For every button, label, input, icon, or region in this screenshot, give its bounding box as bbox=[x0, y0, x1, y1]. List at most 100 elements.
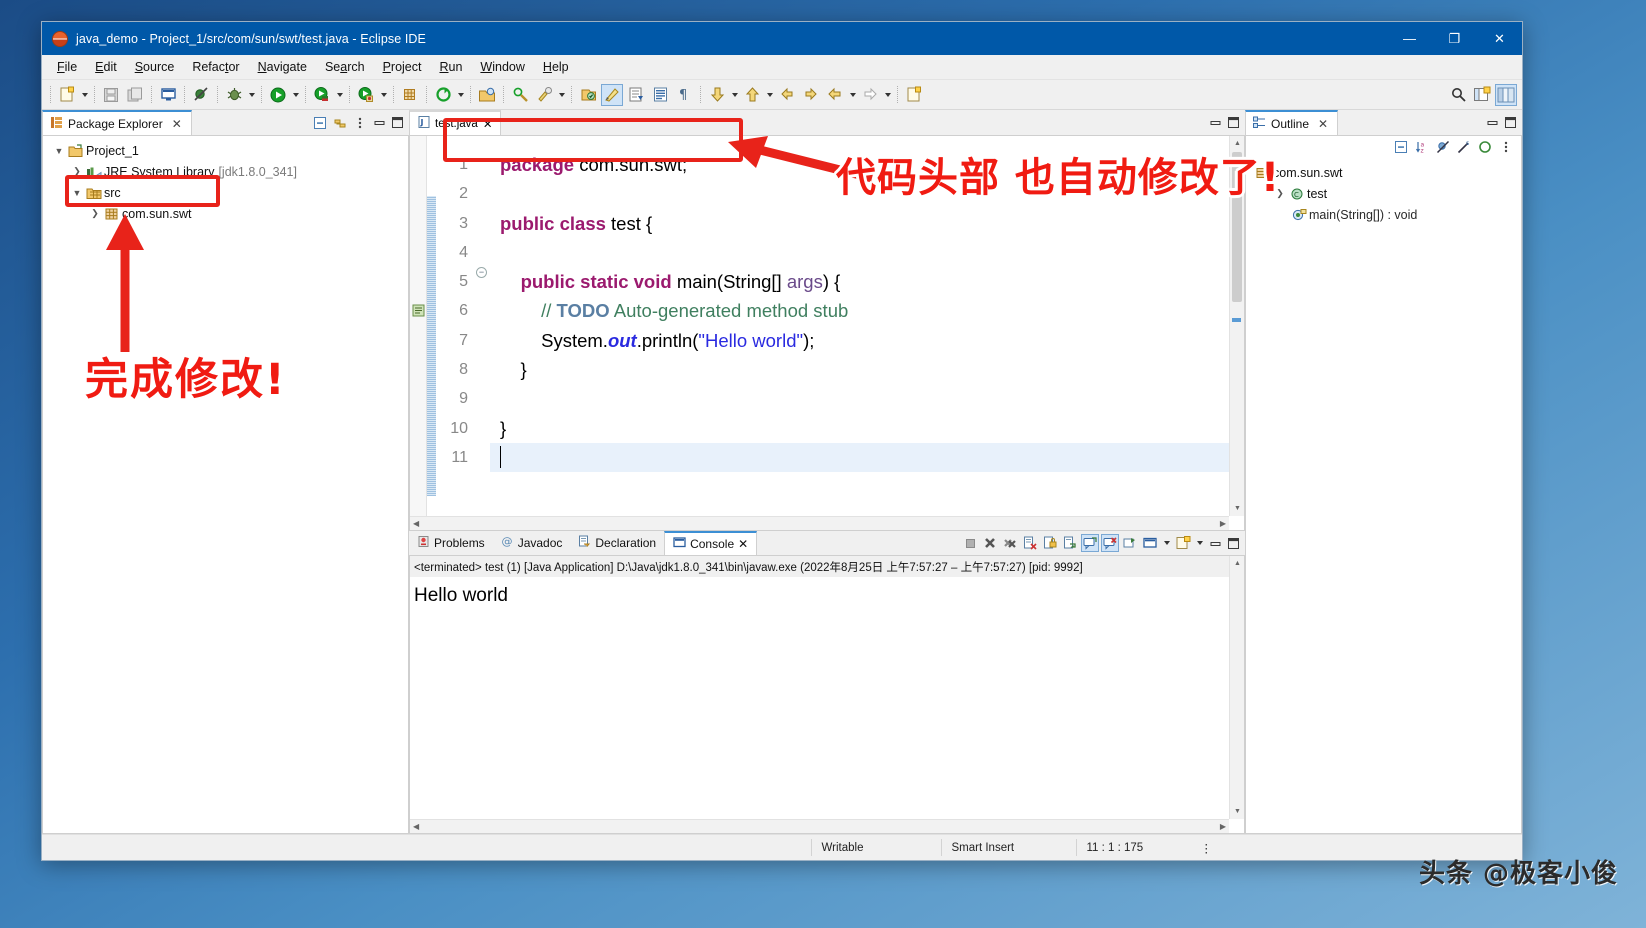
scroll-up-icon[interactable]: ▲ bbox=[1230, 136, 1245, 151]
forward-icon[interactable] bbox=[859, 84, 881, 106]
tree-item-project[interactable]: ▼ Project_1 bbox=[43, 140, 408, 161]
folding-ruler[interactable]: − bbox=[474, 136, 490, 530]
tab-test-java[interactable]: J test.java ✕ bbox=[409, 110, 501, 135]
open-console-icon[interactable] bbox=[1174, 534, 1192, 552]
terminate-icon[interactable] bbox=[961, 534, 979, 552]
back-icon[interactable] bbox=[824, 84, 846, 106]
run-dropdown-icon[interactable] bbox=[290, 84, 301, 106]
outline-item-class[interactable]: ❯ C test bbox=[1246, 183, 1521, 204]
tab-javadoc[interactable]: @ Javadoc bbox=[493, 531, 571, 555]
hide-static-icon[interactable]: s bbox=[1455, 138, 1473, 156]
menu-help[interactable]: Help bbox=[534, 57, 578, 77]
sort-icon[interactable]: az bbox=[1413, 138, 1431, 156]
new-java-project-icon[interactable] bbox=[399, 84, 421, 106]
chevron-down-icon[interactable]: ▼ bbox=[69, 188, 85, 198]
back-dropdown-icon[interactable] bbox=[847, 84, 858, 106]
scroll-down-icon[interactable]: ▼ bbox=[1230, 501, 1245, 516]
next-annotation-icon[interactable] bbox=[706, 84, 728, 106]
console-vertical-scrollbar[interactable]: ▲ ▼ bbox=[1229, 556, 1244, 819]
tab-declaration[interactable]: Declaration bbox=[570, 531, 664, 555]
display-selected-console-icon[interactable] bbox=[1141, 534, 1159, 552]
search-icon[interactable] bbox=[509, 84, 531, 106]
collapse-all-icon[interactable] bbox=[1392, 138, 1410, 156]
menu-run[interactable]: Run bbox=[430, 57, 471, 77]
chevron-right-icon[interactable]: ❯ bbox=[87, 208, 103, 219]
maximize-icon[interactable] bbox=[1225, 114, 1241, 132]
collapse-all-icon[interactable] bbox=[311, 114, 329, 132]
menu-edit[interactable]: Edit bbox=[86, 57, 126, 77]
console-horizontal-scrollbar[interactable]: ◀ ▶ bbox=[410, 819, 1229, 833]
new-java-console-icon[interactable] bbox=[157, 84, 179, 106]
run-coverage-icon[interactable] bbox=[311, 84, 333, 106]
debug-dropdown-icon[interactable] bbox=[246, 84, 257, 106]
scroll-left-icon[interactable]: ◀ bbox=[413, 822, 419, 831]
pin-console-icon[interactable] bbox=[1121, 534, 1139, 552]
minimize-button[interactable]: — bbox=[1387, 22, 1432, 55]
run-last-tool-icon[interactable] bbox=[355, 84, 377, 106]
tree-item-jre-library[interactable]: ❯ JRE System Library [jdk1.8.0_341] bbox=[43, 161, 408, 182]
open-perspective-icon[interactable] bbox=[1471, 84, 1493, 106]
tab-package-explorer[interactable]: Package Explorer ✕ bbox=[42, 110, 192, 135]
menu-source[interactable]: Source bbox=[126, 57, 184, 77]
view-menu-icon[interactable] bbox=[351, 114, 369, 132]
next-edit-icon[interactable] bbox=[800, 84, 822, 106]
new-package-icon[interactable] bbox=[432, 84, 454, 106]
annotation-ruler[interactable] bbox=[410, 136, 427, 530]
maximize-button[interactable]: ❐ bbox=[1432, 22, 1477, 55]
run-coverage-dropdown-icon[interactable] bbox=[334, 84, 345, 106]
console-output-area[interactable]: <terminated> test (1) [Java Application]… bbox=[409, 555, 1245, 834]
new-editor-icon[interactable] bbox=[903, 84, 925, 106]
open-console-dropdown-icon[interactable] bbox=[1194, 532, 1205, 554]
show-console-on-output-icon[interactable] bbox=[1081, 534, 1099, 552]
maximize-icon[interactable] bbox=[389, 114, 405, 132]
source-code[interactable]: package com.sun.swt; public class test {… bbox=[490, 136, 1244, 530]
minimize-icon[interactable] bbox=[1484, 114, 1500, 132]
toggle-markoccurrences-icon[interactable] bbox=[601, 84, 623, 106]
hide-nonpublic-icon[interactable] bbox=[1476, 138, 1494, 156]
new-wizard-dropdown-icon[interactable] bbox=[79, 84, 90, 106]
editor-text-area[interactable]: 1 2 3 4 5 6 7 8 9 10 11 − bbox=[409, 135, 1245, 531]
tree-item-src[interactable]: ▼ src bbox=[43, 182, 408, 203]
menu-file[interactable]: File bbox=[48, 57, 86, 77]
save-icon[interactable] bbox=[100, 84, 122, 106]
previous-annotation-icon[interactable] bbox=[741, 84, 763, 106]
maximize-icon[interactable] bbox=[1225, 534, 1241, 552]
scroll-left-icon[interactable]: ◀ bbox=[413, 519, 419, 528]
menu-project[interactable]: Project bbox=[374, 57, 431, 77]
external-tools-dropdown-icon[interactable] bbox=[556, 84, 567, 106]
next-annotation-dropdown-icon[interactable] bbox=[729, 84, 740, 106]
close-button[interactable]: ✕ bbox=[1477, 22, 1522, 55]
chevron-right-icon[interactable]: ❯ bbox=[1272, 188, 1288, 199]
run-icon[interactable] bbox=[267, 84, 289, 106]
minimize-icon[interactable] bbox=[371, 114, 387, 132]
scroll-right-icon[interactable]: ▶ bbox=[1220, 822, 1226, 831]
close-icon[interactable]: ✕ bbox=[738, 537, 748, 551]
tab-outline[interactable]: Outline ✕ bbox=[1245, 110, 1338, 135]
menu-navigate[interactable]: Navigate bbox=[249, 57, 316, 77]
external-tools-icon[interactable] bbox=[533, 84, 555, 106]
scroll-right-icon[interactable]: ▶ bbox=[1220, 519, 1226, 528]
show-source-quickview-icon[interactable] bbox=[649, 84, 671, 106]
save-all-icon[interactable] bbox=[124, 84, 146, 106]
forward-dropdown-icon[interactable] bbox=[882, 84, 893, 106]
scrollbar-thumb[interactable] bbox=[1232, 152, 1242, 302]
display-selected-console-dropdown-icon[interactable] bbox=[1161, 532, 1172, 554]
new-wizard-icon[interactable] bbox=[56, 84, 78, 106]
chevron-right-icon[interactable]: ❯ bbox=[69, 166, 85, 177]
scroll-up-icon[interactable]: ▲ bbox=[1230, 556, 1245, 571]
outline-item-package[interactable]: com.sun.swt bbox=[1246, 162, 1521, 183]
tree-item-package-com-sun-swt[interactable]: ❯ com.sun.swt bbox=[43, 203, 408, 224]
minimize-icon[interactable] bbox=[1207, 114, 1223, 132]
outline-item-method-main[interactable]: main(String[]) : void bbox=[1246, 204, 1521, 225]
pilcrow-icon[interactable]: ¶ bbox=[673, 84, 695, 106]
open-type-icon[interactable] bbox=[476, 84, 498, 106]
link-with-editor-icon[interactable] bbox=[331, 114, 349, 132]
skip-breakpoints-icon[interactable] bbox=[190, 84, 212, 106]
collapse-method-icon[interactable]: − bbox=[476, 267, 487, 278]
prev-edit-icon[interactable] bbox=[776, 84, 798, 106]
close-icon[interactable]: ✕ bbox=[1318, 117, 1328, 131]
show-console-on-error-icon[interactable] bbox=[1101, 534, 1119, 552]
view-menu-icon[interactable] bbox=[1497, 138, 1515, 156]
new-package-dropdown-icon[interactable] bbox=[455, 84, 466, 106]
menu-search[interactable]: Search bbox=[316, 57, 374, 77]
